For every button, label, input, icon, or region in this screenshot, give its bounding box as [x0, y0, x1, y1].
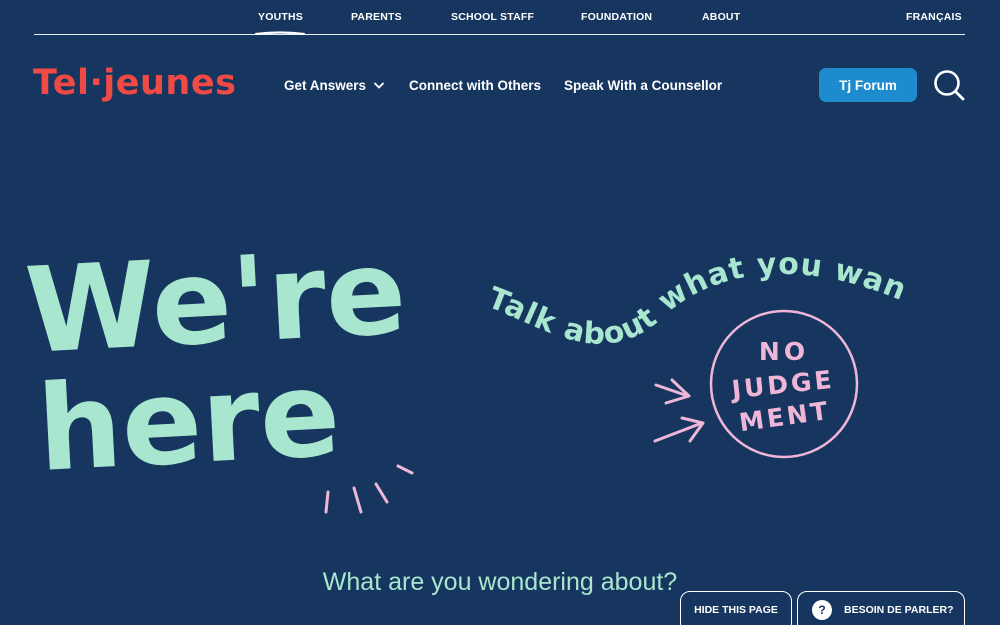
page: YOUTHS PARENTS SCHOOL STAFF FOUNDATION A… — [0, 0, 1000, 625]
nav-connect-with-others[interactable]: Connect with Others — [409, 78, 541, 93]
help-icon: ? — [812, 600, 832, 620]
arrow-icon — [653, 378, 705, 443]
need-to-talk-label: BESOIN DE PARLER? — [844, 604, 954, 616]
top-nav-school-staff[interactable]: SCHOOL STAFF — [451, 11, 534, 23]
tj-forum-button[interactable]: Tj Forum — [819, 68, 917, 102]
search-icon[interactable] — [932, 68, 966, 102]
active-tab-underline — [254, 31, 306, 36]
hide-page-button[interactable]: HIDE THIS PAGE — [680, 591, 792, 625]
nav-get-answers-label: Get Answers — [284, 78, 367, 93]
need-to-talk-button[interactable]: ? BESOIN DE PARLER? — [797, 591, 965, 625]
teljeunes-logo[interactable]: Tel·jeunes — [33, 66, 236, 101]
hero-title-line2: here — [34, 344, 343, 498]
top-nav-parents[interactable]: PARENTS — [351, 11, 402, 23]
nav-get-answers[interactable]: Get Answers — [284, 78, 384, 93]
language-toggle[interactable]: FRANÇAIS — [906, 11, 962, 23]
top-nav: YOUTHS PARENTS SCHOOL STAFF FOUNDATION A… — [34, 0, 965, 36]
hero-illustration: We're here Talk about what you want NO J… — [0, 220, 911, 514]
badge-word-no: NO — [759, 337, 809, 366]
top-nav-about[interactable]: ABOUT — [702, 11, 740, 23]
chevron-down-icon — [374, 82, 384, 89]
top-nav-youths[interactable]: YOUTHS — [258, 11, 303, 23]
nav-speak-with-counsellor[interactable]: Speak With a Counsellor — [564, 78, 722, 93]
hide-page-label: HIDE THIS PAGE — [694, 604, 778, 616]
top-nav-foundation[interactable]: FOUNDATION — [581, 11, 652, 23]
